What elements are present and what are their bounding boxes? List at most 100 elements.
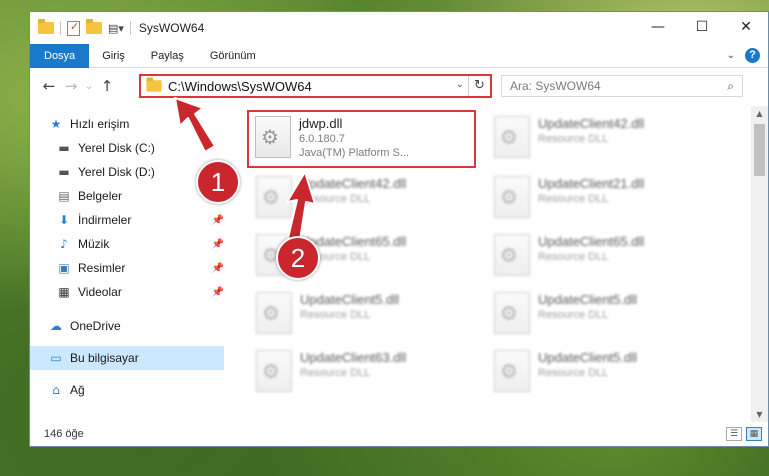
file-meta: UpdateClient21.dll Resource DLL [538, 172, 644, 226]
file-name: UpdateClient42.dll [300, 176, 407, 191]
help-icon[interactable]: ? [745, 48, 760, 63]
sidebar-item-label: Bu bilgisayar [70, 351, 139, 365]
file-item[interactable]: UpdateClient42.dll Resource DLL [488, 112, 708, 166]
address-dropdown-icon[interactable]: ⌄ [456, 79, 464, 90]
search-input[interactable]: Ara: SysWOW64 [510, 79, 601, 93]
sidebar-item-label: Yerel Disk (D:) [78, 165, 155, 179]
pin-icon[interactable]: 📌 [212, 287, 224, 298]
file-name: UpdateClient5.dll [300, 292, 400, 307]
item-count: 146 öğe [44, 428, 84, 440]
customize-toolbar-icon[interactable]: ▤▾ [108, 22, 124, 35]
close-button[interactable]: ✕ [724, 12, 768, 42]
sidebar-item-pictures[interactable]: ▣ Resimler 📌 [30, 256, 230, 280]
dll-file-icon [255, 116, 291, 158]
file-name: UpdateClient63.dll [300, 350, 407, 365]
scroll-down-icon[interactable]: ▼ [751, 410, 768, 419]
file-meta: UpdateClient63.dll Resource DLL [300, 346, 406, 400]
file-description: Resource DLL [300, 367, 371, 379]
file-name: UpdateClient5.dll [538, 292, 638, 307]
sidebar-item-local-disk-c[interactable]: ▬ Yerel Disk (C:) [30, 136, 230, 160]
scroll-up-icon[interactable]: ▲ [751, 109, 768, 118]
file-meta: UpdateClient42.dll Resource DLL [300, 172, 406, 226]
file-item[interactable]: UpdateClient5.dll Resource DLL [488, 346, 708, 400]
view-toggle: ☰ ▦ [726, 427, 762, 441]
properties-icon[interactable] [67, 20, 80, 36]
file-description: Resource DLL [300, 309, 371, 321]
forward-arrow-icon[interactable]: → [60, 77, 82, 95]
window-controls: — ☐ ✕ [636, 12, 768, 42]
network-icon: ⌂ [52, 383, 60, 397]
tiles-view-icon[interactable]: ▦ [746, 427, 762, 441]
details-view-icon[interactable]: ☰ [726, 427, 742, 441]
status-bar: 146 öğe ☰ ▦ [30, 422, 768, 446]
annotation-badge-1: 1 [196, 160, 240, 204]
ribbon-tabs: Dosya Giriş Paylaş Görünüm ⌄ ? [30, 43, 768, 68]
file-meta: UpdateClient5.dll Resource DLL [538, 346, 637, 400]
file-item[interactable]: UpdateClient5.dll Resource DLL [250, 288, 470, 342]
star-icon: ★ [50, 117, 62, 131]
tab-home[interactable]: Giriş [89, 44, 138, 68]
file-item[interactable]: UpdateClient65.dll Resource DLL [488, 230, 708, 284]
address-bar[interactable]: C:\Windows\SysWOW64 ⌄ ↻ [139, 74, 492, 98]
ribbon-right: ⌄ ? [727, 48, 760, 63]
file-name: UpdateClient5.dll [538, 350, 638, 365]
music-icon: ♪ [60, 237, 68, 251]
maximize-button[interactable]: ☐ [680, 12, 724, 42]
file-description: Resource DLL [538, 193, 609, 205]
minimize-button[interactable]: — [636, 12, 680, 42]
file-name: UpdateClient21.dll [538, 176, 645, 191]
dll-file-icon [256, 350, 292, 392]
title-bar: ▤▾ SysWOW64 — ☐ ✕ [30, 12, 768, 44]
sidebar-item-quick-access[interactable]: ★ Hızlı erişim [30, 112, 230, 136]
file-item[interactable]: UpdateClient5.dll Resource DLL [488, 288, 708, 342]
sidebar-item-videos[interactable]: ▦ Videolar 📌 [30, 280, 230, 304]
sidebar-item-label: OneDrive [70, 319, 121, 333]
file-item-jdwp[interactable]: jdwp.dll 6.0.180.7 Java(TM) Platform S..… [247, 110, 476, 168]
search-box[interactable]: Ara: SysWOW64 ⌕ [501, 75, 743, 97]
file-meta: jdwp.dll 6.0.180.7 Java(TM) Platform S..… [299, 112, 409, 166]
document-icon: ▤ [58, 189, 70, 203]
sidebar-item-label: Hızlı erişim [70, 117, 130, 131]
sidebar-item-downloads[interactable]: ⬇ İndirmeler 📌 [30, 208, 230, 232]
sidebar-item-network[interactable]: ⌂ Ağ [30, 378, 230, 402]
file-item[interactable]: UpdateClient21.dll Resource DLL [488, 172, 708, 226]
tab-share[interactable]: Paylaş [138, 44, 197, 68]
tab-view[interactable]: Görünüm [197, 44, 269, 68]
cloud-icon: ☁ [50, 319, 62, 333]
sidebar-item-onedrive[interactable]: ☁ OneDrive [30, 314, 230, 338]
search-icon: ⌕ [727, 79, 734, 93]
sidebar-item-this-pc[interactable]: ▭ Bu bilgisayar [30, 346, 224, 370]
sidebar-item-music[interactable]: ♪ Müzik 📌 [30, 232, 230, 256]
separator [60, 21, 61, 35]
sidebar-item-label: İndirmeler [78, 213, 132, 227]
back-arrow-icon[interactable]: ← [38, 77, 60, 95]
scroll-thumb[interactable] [754, 124, 765, 176]
dll-file-icon [256, 176, 292, 218]
annotation-badge-2: 2 [276, 236, 320, 280]
pin-icon[interactable]: 📌 [212, 239, 224, 250]
file-name: jdwp.dll [299, 116, 343, 131]
refresh-icon[interactable]: ↻ [468, 76, 490, 96]
new-folder-icon[interactable] [86, 19, 102, 34]
expand-ribbon-icon[interactable]: ⌄ [727, 50, 735, 61]
download-icon: ⬇ [58, 213, 70, 227]
navigation-bar: ← → ⌄ ↑ C:\Windows\SysWOW64 ⌄ ↻ Ara: Sys… [30, 68, 768, 104]
navigation-pane: ★ Hızlı erişim ▬ Yerel Disk (C:) ▬ Yerel… [30, 106, 230, 422]
folder-icon [38, 19, 54, 34]
tab-file[interactable]: Dosya [30, 43, 90, 68]
up-arrow-icon[interactable]: ↑ [96, 77, 118, 95]
file-description: Resource DLL [538, 251, 609, 263]
address-path[interactable]: C:\Windows\SysWOW64 [168, 79, 312, 94]
pin-icon[interactable]: 📌 [212, 215, 224, 226]
file-name: UpdateClient65.dll [538, 234, 645, 249]
file-item[interactable]: UpdateClient63.dll Resource DLL [250, 346, 470, 400]
file-meta: UpdateClient5.dll Resource DLL [300, 288, 399, 342]
recent-locations-icon[interactable]: ⌄ [82, 81, 96, 92]
file-item[interactable]: UpdateClient42.dll Resource DLL [250, 172, 470, 226]
pin-icon[interactable]: 📌 [212, 263, 224, 274]
dll-file-icon [494, 350, 530, 392]
vertical-scrollbar[interactable]: ▲ ▼ [751, 106, 768, 422]
